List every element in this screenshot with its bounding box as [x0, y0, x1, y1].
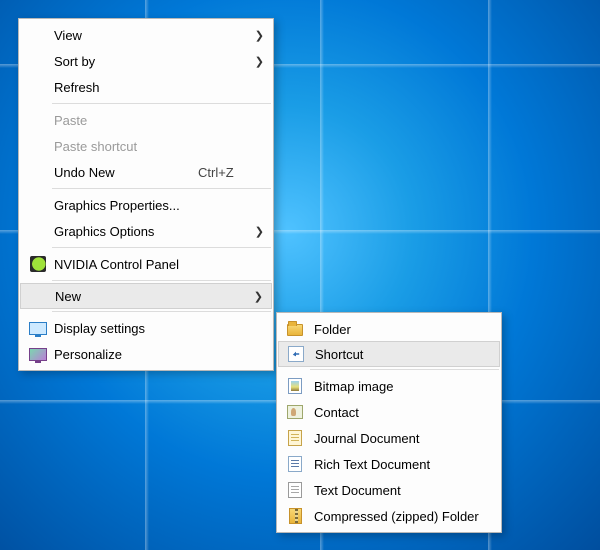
bitmap-icon	[282, 378, 308, 394]
menu-item-personalize[interactable]: Personalize	[20, 341, 272, 367]
menu-label: NVIDIA Control Panel	[50, 257, 250, 272]
menu-label: Graphics Properties...	[50, 198, 250, 213]
menu-separator	[52, 247, 271, 248]
menu-separator	[310, 369, 499, 370]
journal-icon	[282, 430, 308, 446]
menu-item-view[interactable]: View ❯	[20, 22, 272, 48]
menu-label: Shortcut	[309, 347, 491, 362]
menu-label: Sort by	[50, 54, 250, 69]
chevron-right-icon: ❯	[250, 29, 264, 42]
nvidia-icon	[26, 256, 50, 272]
submenu-item-journal[interactable]: Journal Document	[278, 425, 500, 451]
shortcut-icon	[283, 346, 309, 362]
menu-item-refresh[interactable]: Refresh	[20, 74, 272, 100]
menu-item-paste: Paste	[20, 107, 272, 133]
menu-label: Undo New	[50, 165, 198, 180]
menu-label: Journal Document	[308, 431, 492, 446]
menu-separator	[52, 188, 271, 189]
chevron-right-icon: ❯	[249, 290, 263, 303]
submenu-item-rtf[interactable]: Rich Text Document	[278, 451, 500, 477]
chevron-right-icon: ❯	[250, 55, 264, 68]
menu-label: Bitmap image	[308, 379, 492, 394]
txt-icon	[282, 482, 308, 498]
menu-label: Contact	[308, 405, 492, 420]
menu-label: Graphics Options	[50, 224, 250, 239]
folder-icon	[282, 323, 308, 335]
menu-item-sort-by[interactable]: Sort by ❯	[20, 48, 272, 74]
menu-item-paste-shortcut: Paste shortcut	[20, 133, 272, 159]
submenu-item-folder[interactable]: Folder	[278, 316, 500, 342]
zip-icon	[282, 508, 308, 524]
menu-label: Text Document	[308, 483, 492, 498]
menu-label: Folder	[308, 322, 492, 337]
menu-label: Display settings	[50, 321, 250, 336]
menu-label: Paste shortcut	[50, 139, 250, 154]
menu-item-nvidia-control-panel[interactable]: NVIDIA Control Panel	[20, 251, 272, 277]
display-icon	[26, 322, 50, 335]
submenu-item-txt[interactable]: Text Document	[278, 477, 500, 503]
menu-separator	[52, 280, 271, 281]
menu-label: New	[51, 289, 249, 304]
contact-icon	[282, 405, 308, 419]
menu-item-graphics-options[interactable]: Graphics Options ❯	[20, 218, 272, 244]
menu-label: View	[50, 28, 250, 43]
submenu-item-shortcut[interactable]: Shortcut	[278, 341, 500, 367]
desktop-context-menu: View ❯ Sort by ❯ Refresh Paste Paste sho…	[18, 18, 274, 371]
menu-separator	[52, 103, 271, 104]
menu-separator	[52, 311, 271, 312]
menu-item-undo-new[interactable]: Undo New Ctrl+Z	[20, 159, 272, 185]
menu-item-new[interactable]: New ❯	[20, 283, 272, 309]
rtf-icon	[282, 456, 308, 472]
menu-item-display-settings[interactable]: Display settings	[20, 315, 272, 341]
menu-label: Personalize	[50, 347, 250, 362]
submenu-item-zip[interactable]: Compressed (zipped) Folder	[278, 503, 500, 529]
chevron-right-icon: ❯	[250, 225, 264, 238]
menu-label: Compressed (zipped) Folder	[308, 509, 492, 524]
menu-label: Refresh	[50, 80, 250, 95]
submenu-item-contact[interactable]: Contact	[278, 399, 500, 425]
menu-item-graphics-properties[interactable]: Graphics Properties...	[20, 192, 272, 218]
menu-accelerator: Ctrl+Z	[198, 165, 250, 180]
personalize-icon	[26, 348, 50, 361]
menu-label: Paste	[50, 113, 250, 128]
submenu-item-bitmap[interactable]: Bitmap image	[278, 373, 500, 399]
new-submenu: Folder Shortcut Bitmap image Contact Jou…	[276, 312, 502, 533]
menu-label: Rich Text Document	[308, 457, 492, 472]
